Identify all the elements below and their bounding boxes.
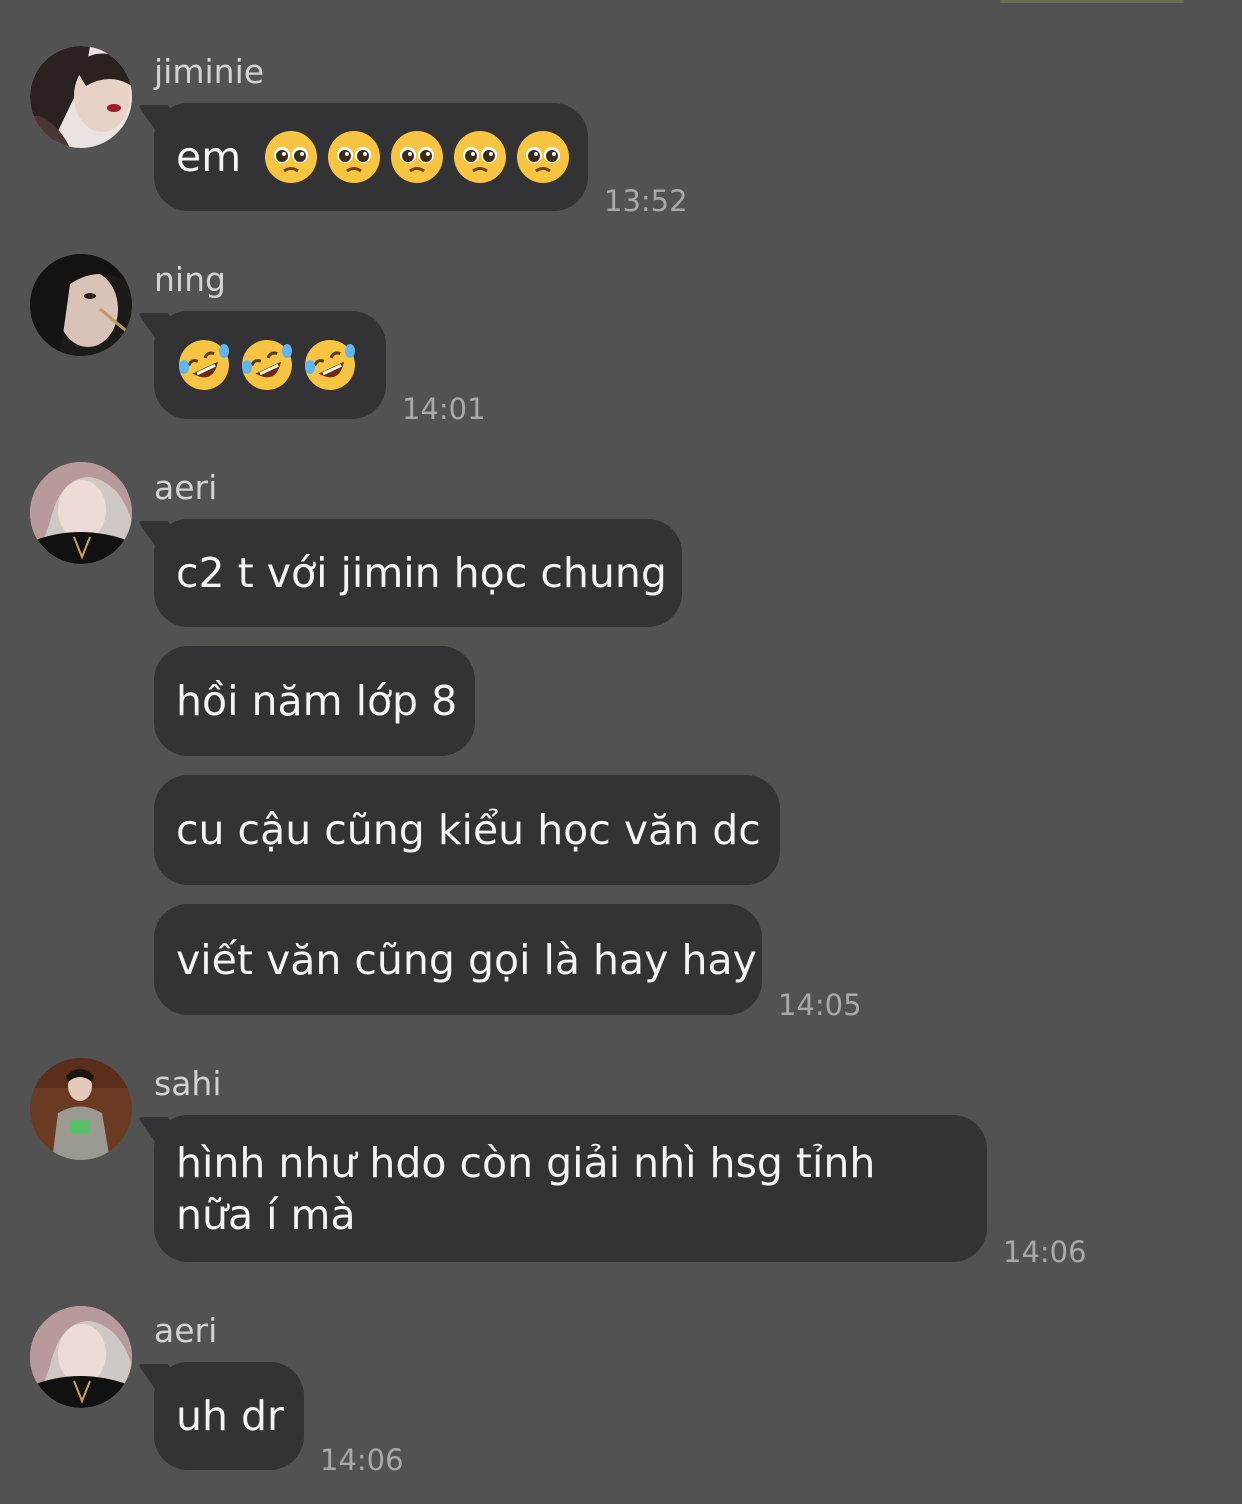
sender-name: aeri [154,468,218,507]
message-text: hình như hdo còn giải nhì hsg tỉnh nữa í… [176,1139,876,1239]
message-bubble[interactable]: uh dr [154,1362,304,1470]
message-text: cu cậu cũng kiểu học văn dc [176,806,761,854]
rolling-on-floor-laughing-icon [179,340,229,390]
avatar-aeri-photo [30,1306,132,1408]
sender-name: jiminie [154,52,265,91]
avatar-aeri[interactable] [30,1306,132,1408]
pleading-face-icon [265,131,318,183]
avatar-jiminie-photo [30,46,132,148]
message-time: 14:05 [778,988,862,1022]
avatar-jiminie[interactable] [30,46,132,148]
pleading-face-icon [454,131,507,183]
sender-name: aeri [154,1311,218,1350]
message-bubble[interactable] [154,311,386,419]
message-bubble[interactable]: hồi năm lớp 8 [154,646,475,756]
message-bubble[interactable]: viết văn cũng gọi là hay hay [154,904,762,1015]
pleading-face-icon [328,131,381,183]
message-bubble[interactable]: c2 t với jimin học chung [154,519,682,627]
avatar-ning[interactable] [30,254,132,356]
message-time: 14:06 [1003,1235,1087,1269]
message-time: 14:01 [402,392,486,426]
avatar-ning-photo [30,254,132,356]
rolling-on-floor-laughing-icon [305,340,355,390]
pleading-face-icon [391,131,444,183]
sender-name: sahi [154,1064,222,1103]
avatar-sahi[interactable] [30,1058,132,1160]
message-text: c2 t với jimin học chung [176,549,667,597]
message-text: em [176,133,242,181]
message-time: 14:06 [320,1443,404,1477]
rolling-on-floor-laughing-icon [242,340,292,390]
message-text: viết văn cũng gọi là hay hay [176,935,757,984]
avatar-aeri-photo [30,462,132,564]
message-bubble[interactable]: hình như hdo còn giải nhì hsg tỉnh nữa í… [154,1115,987,1262]
pleading-face-icon [517,131,570,183]
top-strip [1000,0,1184,3]
avatar-sahi-photo [30,1058,132,1160]
message-text: hồi năm lớp 8 [176,677,458,725]
avatar-aeri[interactable] [30,462,132,564]
message-bubble[interactable]: em [154,103,588,211]
message-time: 13:52 [604,184,688,218]
message-text: uh dr [176,1392,284,1440]
sender-name: ning [154,260,226,299]
message-bubble[interactable]: cu cậu cũng kiểu học văn dc [154,775,780,885]
